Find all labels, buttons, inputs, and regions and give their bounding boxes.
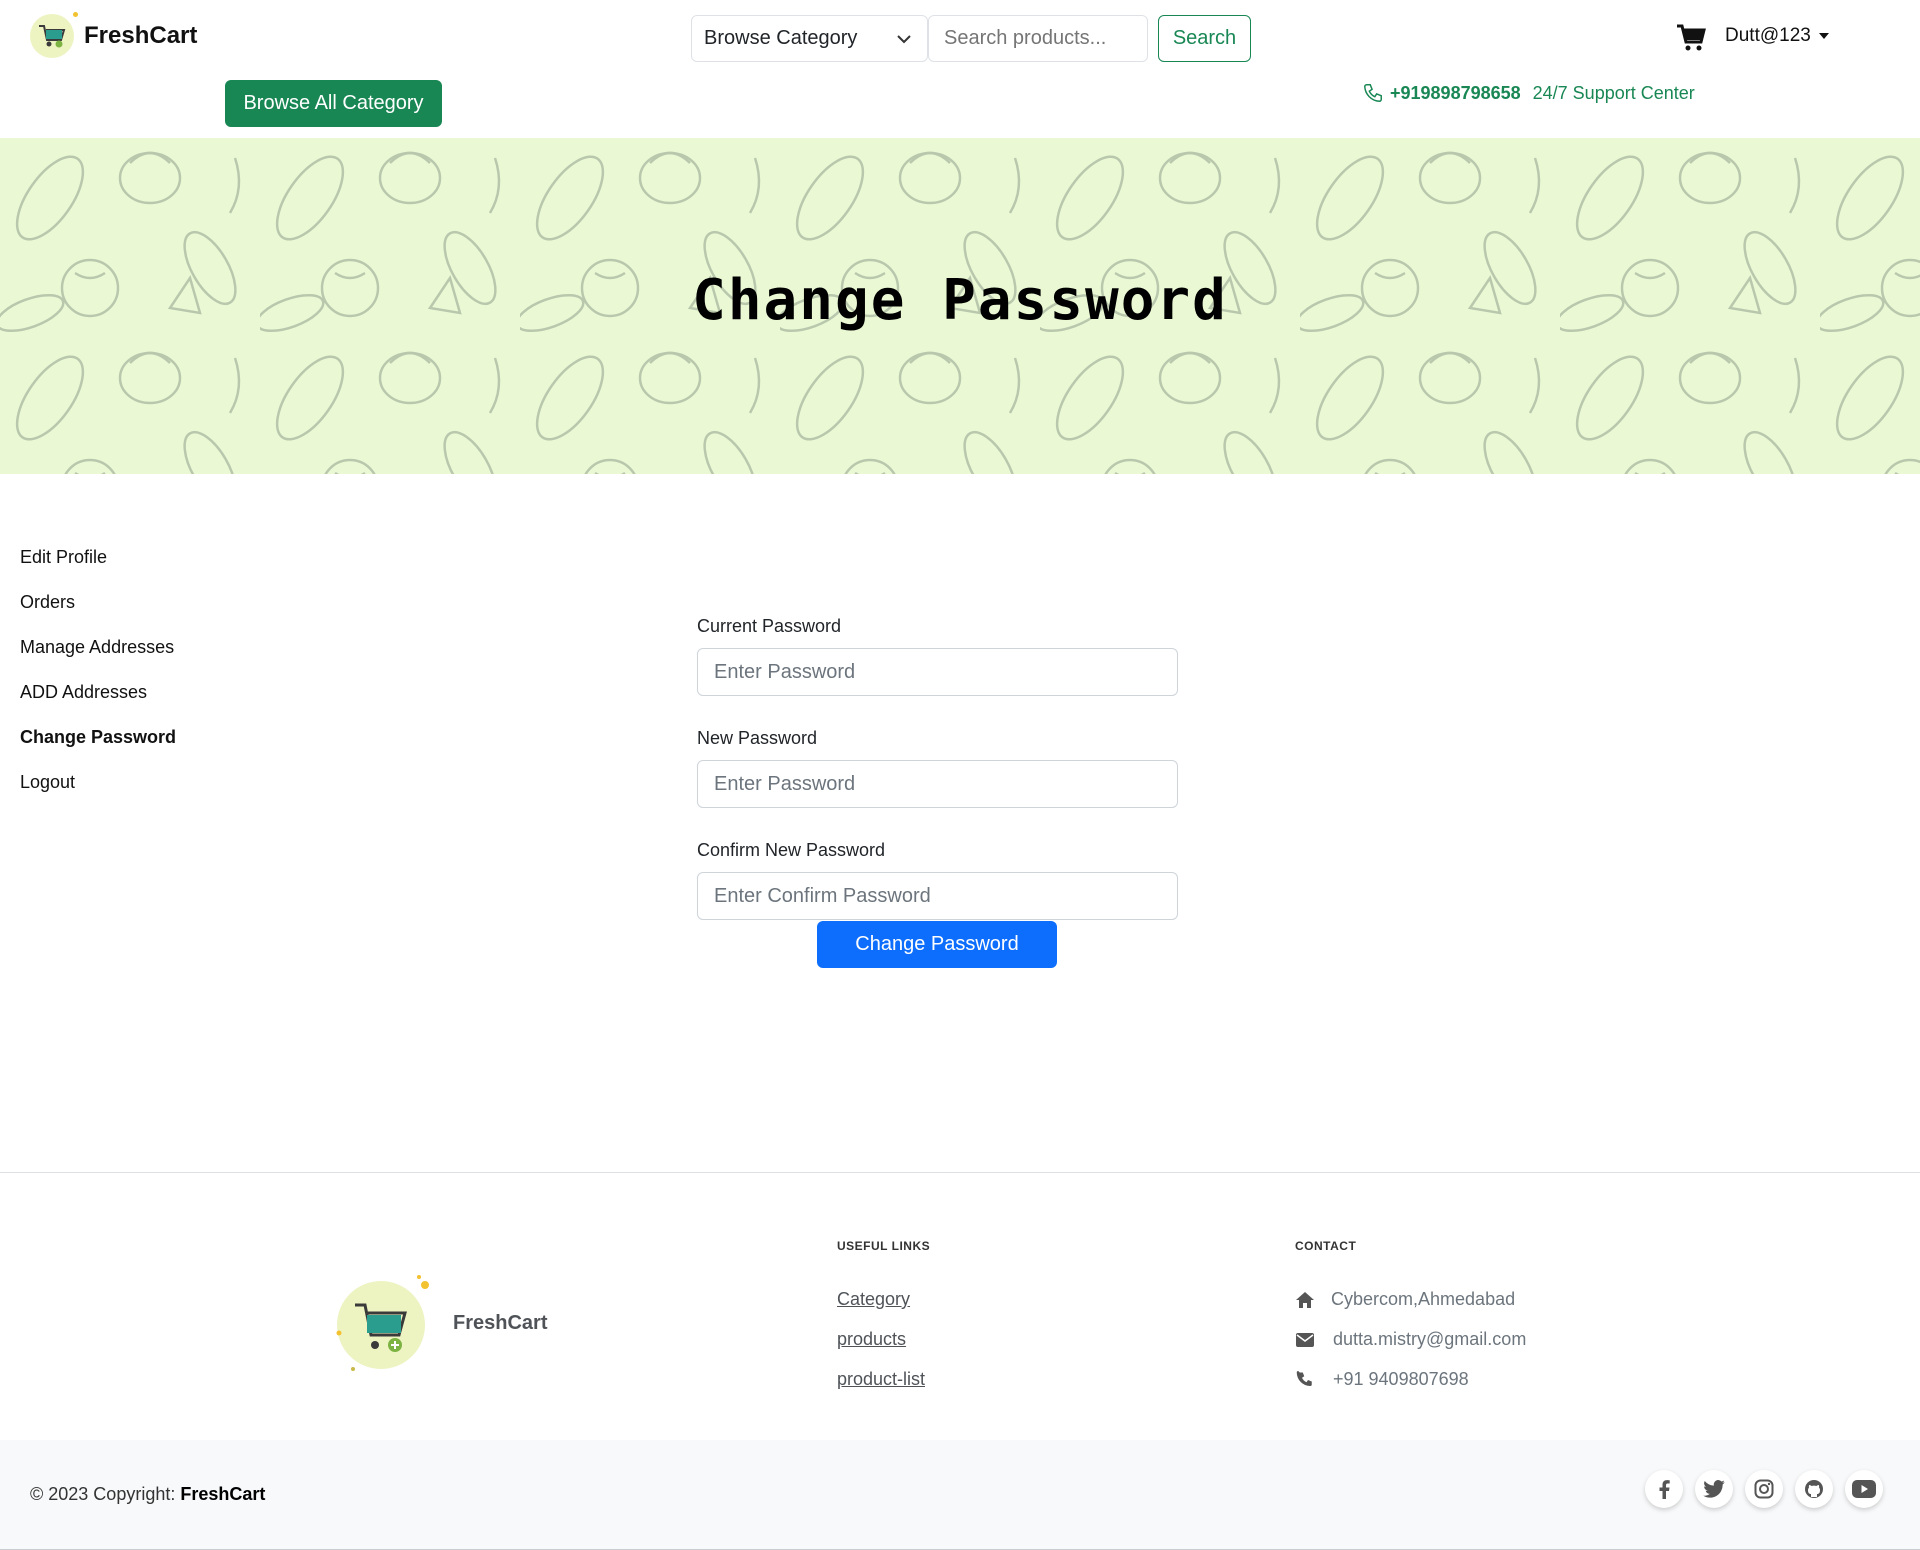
- support-text: 24/7 Support Center: [1532, 82, 1695, 103]
- page-title: Change Password: [692, 268, 1228, 333]
- github-icon[interactable]: [1795, 1470, 1833, 1508]
- confirm-password-placeholder: Enter Confirm Password: [714, 884, 931, 907]
- search-input[interactable]: [928, 15, 1148, 62]
- brand-name: FreshCart: [84, 22, 198, 49]
- user-menu[interactable]: Dutt@123: [1725, 25, 1829, 47]
- facebook-icon[interactable]: [1645, 1470, 1683, 1508]
- envelope-icon: [1295, 1330, 1315, 1350]
- user-name: Dutt@123: [1725, 25, 1811, 46]
- sidebar-item-manage-addresses[interactable]: Manage Addresses: [20, 633, 176, 678]
- instagram-icon[interactable]: [1745, 1470, 1783, 1508]
- current-password-placeholder: Enter Password: [714, 660, 856, 683]
- copyright: © 2023 Copyright: FreshCart: [30, 1484, 265, 1505]
- hero-banner: Change Password: [0, 138, 1920, 474]
- change-password-form: Current Password Enter Password New Pass…: [697, 614, 1178, 950]
- new-password-placeholder: Enter Password: [714, 772, 856, 795]
- confirm-password-label: Confirm New Password: [697, 840, 886, 860]
- footer-link-product-list[interactable]: product-list: [837, 1369, 925, 1390]
- contact-address: Cybercom,Ahmedabad: [1295, 1289, 1515, 1310]
- home-icon: [1295, 1290, 1315, 1310]
- contact-phone: +91 9409807698: [1295, 1369, 1469, 1390]
- sidebar-item-orders[interactable]: Orders: [20, 588, 176, 633]
- support-info: +919898798658 24/7 Support Center: [1362, 82, 1695, 104]
- footer-bottom-bar: © 2023 Copyright: FreshCart: [0, 1440, 1920, 1550]
- footer-link-products[interactable]: products: [837, 1329, 906, 1350]
- support-phone[interactable]: +919898798658: [1390, 83, 1521, 104]
- sidebar-item-edit-profile[interactable]: Edit Profile: [20, 543, 176, 588]
- new-password-label: New Password: [697, 728, 818, 748]
- footer: FreshCart USEFUL LINKS Category products…: [0, 1172, 1920, 1440]
- confirm-password-field[interactable]: Enter Confirm Password: [697, 872, 1178, 920]
- youtube-icon[interactable]: [1845, 1470, 1883, 1508]
- account-sidebar: Edit Profile Orders Manage Addresses ADD…: [20, 543, 176, 813]
- site-header: FreshCart Browse Category Search Dutt@12…: [0, 0, 1920, 138]
- phone-icon: [1295, 1370, 1315, 1390]
- footer-link-category[interactable]: Category: [837, 1289, 910, 1310]
- social-links: [1645, 1470, 1883, 1508]
- cart-logo-icon: [30, 12, 78, 58]
- browse-all-category-button[interactable]: Browse All Category: [225, 80, 442, 127]
- contact-address-text: Cybercom,Ahmedabad: [1331, 1289, 1516, 1309]
- footer-brand-name: FreshCart: [453, 1311, 548, 1334]
- twitter-icon[interactable]: [1695, 1470, 1733, 1508]
- caret-down-icon: [1818, 33, 1829, 39]
- contact-email-text[interactable]: dutta.mistry@gmail.com: [1333, 1329, 1526, 1350]
- cart-logo-icon: [333, 1273, 433, 1373]
- change-password-button[interactable]: Change Password: [817, 921, 1057, 968]
- copyright-brand[interactable]: FreshCart: [180, 1484, 265, 1504]
- brand-logo[interactable]: FreshCart: [30, 12, 198, 58]
- sidebar-item-add-addresses[interactable]: ADD Addresses: [20, 678, 176, 723]
- contact-email: dutta.mistry@gmail.com: [1295, 1329, 1526, 1350]
- shopping-cart-icon[interactable]: [1675, 22, 1707, 54]
- current-password-label: Current Password: [697, 616, 842, 636]
- copyright-prefix: © 2023 Copyright:: [30, 1484, 181, 1504]
- useful-links-title: USEFUL LINKS: [837, 1239, 931, 1253]
- sidebar-item-change-password[interactable]: Change Password: [20, 723, 176, 768]
- footer-brand[interactable]: FreshCart: [333, 1273, 547, 1373]
- contact-phone-text[interactable]: +91 9409807698: [1333, 1369, 1469, 1390]
- chevron-down-icon: [897, 35, 911, 44]
- search-button[interactable]: Search: [1158, 15, 1251, 62]
- phone-icon: [1364, 84, 1382, 102]
- current-password-field[interactable]: Enter Password: [697, 648, 1178, 696]
- category-select[interactable]: Browse Category: [691, 15, 928, 62]
- sidebar-item-logout[interactable]: Logout: [20, 768, 176, 813]
- new-password-field[interactable]: Enter Password: [697, 760, 1178, 808]
- contact-title: CONTACT: [1295, 1239, 1357, 1253]
- category-select-value: Browse Category: [704, 27, 858, 49]
